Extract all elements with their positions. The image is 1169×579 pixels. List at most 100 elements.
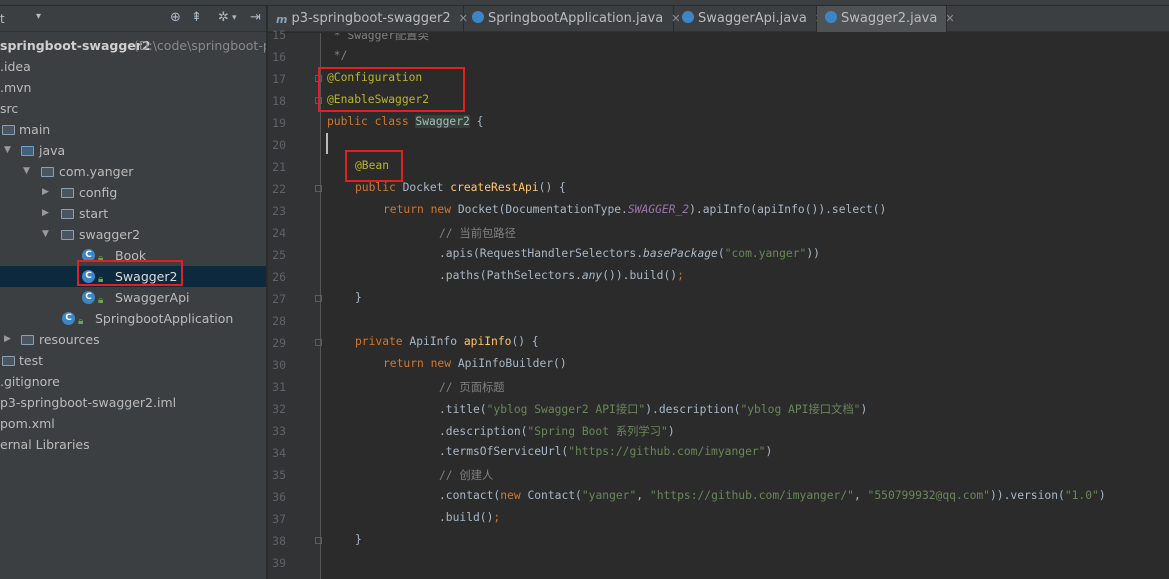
code-line-34: .termsOfServiceUrl("https://github.com/i…: [439, 445, 772, 458]
tab-swagger2[interactable]: Swagger2.java ✕: [817, 6, 955, 32]
tree-item-label: ernal Libraries: [0, 437, 90, 452]
tree-item-label: config: [79, 185, 118, 200]
line-number: 25: [272, 248, 286, 262]
code-text: Docket(DocumentationType.: [457, 203, 628, 216]
code-text: ).description(: [645, 403, 741, 416]
line-number: 19: [272, 116, 286, 130]
tab-label: Swagger2.java: [841, 11, 938, 26]
package-icon: [61, 209, 74, 219]
tree-item-java[interactable]: ▼ java: [0, 140, 266, 161]
package-icon: [61, 188, 74, 198]
chevron-right-icon[interactable]: ▶: [42, 203, 49, 224]
method-name: createRestApi: [450, 181, 539, 194]
line-number: 33: [272, 424, 286, 438]
code-text: )).version(: [989, 489, 1065, 502]
line-number: 35: [272, 468, 286, 482]
locate-icon[interactable]: ⊕: [170, 10, 181, 25]
tree-item-book[interactable]: C 🔒︎ Book: [0, 245, 266, 266]
tree-item-pom[interactable]: pom.xml: [0, 413, 266, 434]
tree-item-label: src: [0, 101, 19, 116]
chevron-right-icon[interactable]: ▶: [42, 182, 49, 203]
folder-icon: [2, 125, 15, 135]
chevron-down-icon[interactable]: ▼: [4, 140, 11, 161]
semicolon: ;: [493, 511, 501, 524]
code-text: )): [806, 247, 820, 260]
keyword: public class: [327, 115, 416, 128]
tree-item-label: springboot-swagger2: [0, 38, 151, 53]
tree-item-external-libraries[interactable]: ernal Libraries: [0, 434, 266, 455]
tree-item-idea[interactable]: .idea: [0, 56, 266, 77]
code-text: ApiInfoBuilder(): [457, 357, 567, 370]
code-editor[interactable]: * Swagger配置类 */ @Configuration @EnableSw…: [322, 33, 1169, 579]
code-line-21: @Bean: [355, 159, 389, 172]
tab-project-module[interactable]: m p3-springboot-swagger2 ✕: [268, 6, 468, 32]
keyword: public: [355, 181, 403, 194]
tree-item-gitignore[interactable]: .gitignore: [0, 371, 266, 392]
code-line-37: .build();: [439, 511, 500, 524]
tree-item-label: main: [19, 122, 51, 137]
code-text: {: [469, 115, 484, 128]
project-view-label[interactable]: t: [0, 12, 5, 26]
code-text: .title(: [439, 403, 487, 416]
code-text: }: [355, 533, 362, 546]
tree-item-com-yanger[interactable]: ▼ com.yanger: [0, 161, 266, 182]
chevron-down-icon[interactable]: ▼: [42, 224, 49, 245]
tree-item-start[interactable]: ▶ start: [0, 203, 266, 224]
tree-item-swaggerapi[interactable]: C 🔒︎ SwaggerApi: [0, 287, 266, 308]
settings-dropdown-icon[interactable]: ▾: [232, 13, 237, 23]
tree-item-resources[interactable]: ▶ resources: [0, 329, 266, 350]
tree-item-label: java: [39, 143, 66, 158]
type-name: Docket: [402, 181, 451, 194]
line-number: 30: [272, 358, 286, 372]
tree-item-swagger2-class[interactable]: C 🔒︎ Swagger2: [0, 266, 266, 287]
string-literal: "Spring Boot 系列学习": [527, 425, 668, 438]
gear-icon[interactable]: ✲: [218, 10, 229, 25]
tree-item-label: resources: [39, 332, 100, 347]
hide-icon[interactable]: ⇥: [250, 10, 261, 25]
fold-marker-icon[interactable]: [315, 185, 322, 192]
fold-marker-icon[interactable]: [315, 75, 322, 82]
tab-swaggerapi[interactable]: SwaggerApi.java✕: [674, 6, 824, 32]
tree-item-label: com.yanger: [59, 164, 134, 179]
tree-item-config[interactable]: ▶ config: [0, 182, 266, 203]
tree-item-test[interactable]: test: [0, 350, 266, 371]
code-text: Contact(: [527, 489, 582, 502]
tab-springbootapplication[interactable]: SpringbootApplication.java ✕: [464, 6, 680, 32]
line-number: 32: [272, 402, 286, 416]
fold-marker-icon[interactable]: [315, 537, 322, 544]
code-text: .contact(: [439, 489, 501, 502]
code-line-35: // 创建人: [439, 467, 493, 483]
folder-icon: [2, 356, 15, 366]
tree-item-swagger2-package[interactable]: ▼ swagger2: [0, 224, 266, 245]
class-icon: C: [82, 270, 95, 283]
code-text: .apis(RequestHandlerSelectors.: [439, 247, 644, 260]
line-number: 38: [272, 534, 286, 548]
string-literal: "1.0": [1064, 489, 1099, 502]
tree-item-iml[interactable]: p3-springboot-swagger2.iml: [0, 392, 266, 413]
chevron-down-icon[interactable]: ▾: [36, 11, 41, 22]
code-line-26: .paths(PathSelectors.any()).build();: [439, 269, 684, 282]
code-text: ): [667, 425, 675, 438]
fold-marker-icon[interactable]: [315, 97, 322, 104]
tree-item-src[interactable]: src: [0, 98, 266, 119]
tree-item-springbootapplication[interactable]: C 🔒︎ SpringbootApplication: [0, 308, 266, 329]
code-text: () {: [511, 335, 539, 348]
chevron-down-icon[interactable]: ▼: [23, 161, 30, 182]
tree-item-label: SpringbootApplication: [95, 311, 234, 326]
editor-tabs: m p3-springboot-swagger2 ✕ SpringbootAppli…: [268, 6, 1169, 32]
keyword: new: [500, 489, 528, 502]
tree-item-mvn[interactable]: .mvn: [0, 77, 266, 98]
tree-item-project-root[interactable]: springboot-swagger2 (D:\code\springboot-…: [0, 35, 266, 56]
text-cursor: [326, 133, 328, 154]
fold-marker-icon[interactable]: [315, 339, 322, 346]
chevron-right-icon[interactable]: ▶: [4, 329, 11, 350]
line-number: 23: [272, 204, 286, 218]
fold-marker-icon[interactable]: [315, 295, 322, 302]
static-method: basePackage: [643, 247, 718, 260]
annotation: @Bean: [355, 159, 390, 172]
line-number: 24: [272, 226, 286, 240]
close-icon[interactable]: ✕: [945, 12, 954, 25]
collapse-icon[interactable]: ⇞: [191, 10, 202, 25]
keyword: return new: [383, 203, 458, 216]
tree-item-main[interactable]: main: [0, 119, 266, 140]
